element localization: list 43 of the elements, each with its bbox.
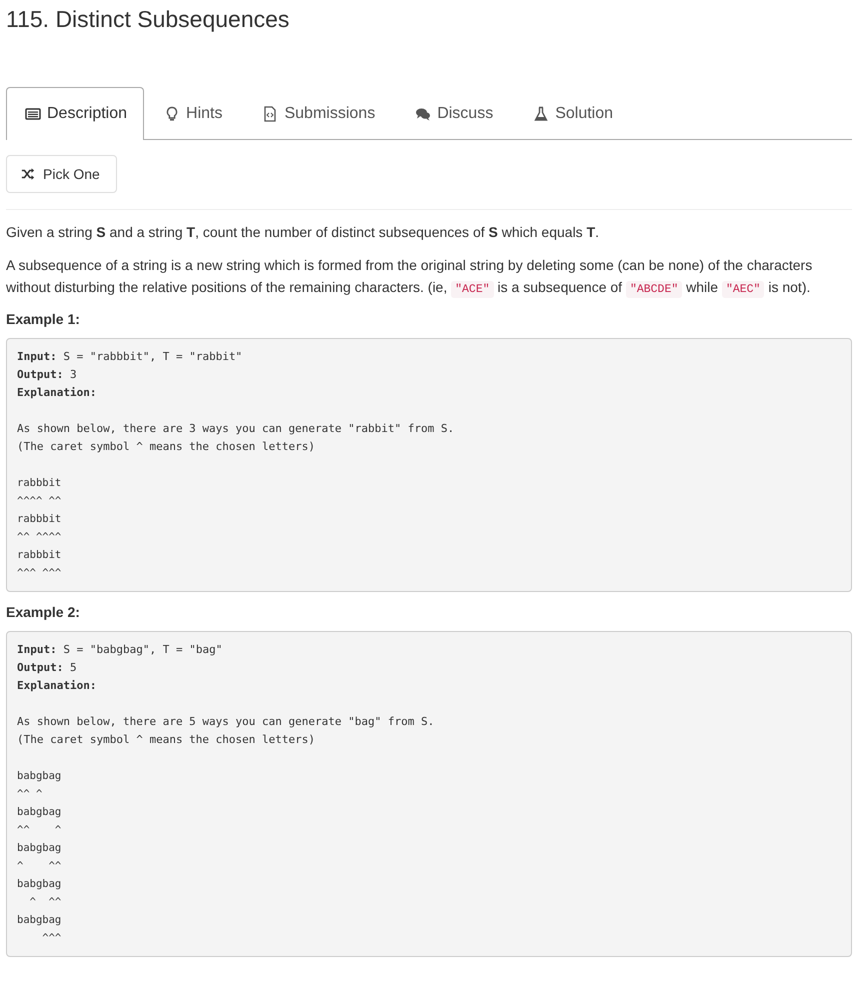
diagram-line: babgbag	[17, 913, 62, 928]
example-heading: Example 1:	[6, 311, 81, 327]
code-file-icon	[262, 106, 278, 122]
chat-bubbles-icon	[415, 106, 432, 122]
output-line: Output: 5	[17, 660, 78, 676]
pick-one-button[interactable]: Pick One	[6, 155, 117, 193]
diagram-line: ^ ^^	[17, 859, 62, 874]
explanation-line: As shown below, there are 5 ways you can generate "bag" from S.	[17, 714, 436, 730]
input-line: Input: S = "babgbag", T = "bag"	[17, 642, 224, 658]
shuffle-icon	[21, 167, 35, 181]
diagram-line: babgbag	[17, 877, 62, 892]
diagram-line: ^^^	[41, 931, 62, 946]
tab[interactable]: Solution	[513, 87, 634, 140]
tab[interactable]: Hints	[144, 87, 242, 140]
diagram-line: rabbbit	[17, 548, 62, 563]
diagram-line: ^^ ^	[17, 787, 44, 802]
problem-statement: Given a string S and a string T, count the number of distinct subsequences of S which equals T.	[6, 223, 600, 242]
lightbulb-icon	[164, 106, 180, 122]
diagram-line: rabbbit	[17, 476, 62, 491]
flask-icon	[533, 106, 550, 122]
explanation-line: (The caret symbol ^ means the chosen letters)	[17, 732, 316, 748]
diagram-line: babgbag	[17, 805, 62, 820]
tab[interactable]: Submissions	[242, 87, 396, 140]
subsequence-definition: A subsequence of a string is a new string which is formed from the original string by deleting some (can be none) of the characters without disturbing the relative positions of the remaining characters. (ie, "ACE" is a subsequence of "ABCDE" while "AEC" is not).	[6, 256, 814, 300]
example-heading: Example 2:	[6, 604, 81, 620]
diagram-line: ^^^^ ^^	[17, 494, 62, 509]
problem-title: 115. Distinct Subsequences	[6, 5, 290, 34]
diagram-line: ^^^ ^^^	[17, 566, 62, 581]
tab[interactable]: Discuss	[395, 87, 514, 140]
output-line: Output: 3	[17, 367, 78, 383]
diagram-line: rabbbit	[17, 512, 62, 527]
diagram-line: ^^ ^^^^	[17, 530, 62, 545]
list-icon	[25, 106, 41, 122]
diagram-line: ^ ^^	[28, 895, 62, 910]
diagram-line: ^^ ^	[17, 823, 62, 838]
explanation-line: As shown below, there are 3 ways you can generate "rabbit" from S.	[17, 421, 456, 437]
tab[interactable]: Description	[6, 87, 144, 140]
input-line: Input: S = "rabbbit", T = "rabbit"	[17, 349, 244, 365]
explanation-label: Explanation:	[17, 678, 98, 694]
explanation-label: Explanation:	[17, 385, 98, 401]
diagram-line: babgbag	[17, 769, 62, 784]
diagram-line: babgbag	[17, 841, 62, 856]
explanation-line: (The caret symbol ^ means the chosen letters)	[17, 439, 316, 455]
